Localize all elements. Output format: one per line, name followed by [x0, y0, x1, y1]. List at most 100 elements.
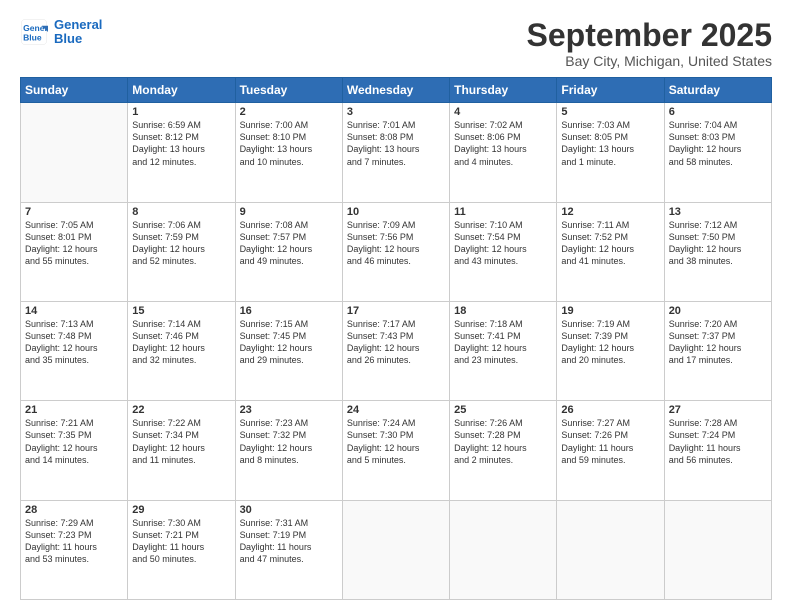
day-info: Sunrise: 7:01 AMSunset: 8:08 PMDaylight:…: [347, 119, 445, 168]
calendar-day-cell: 29Sunrise: 7:30 AMSunset: 7:21 PMDayligh…: [128, 500, 235, 599]
day-number: 19: [561, 305, 659, 317]
calendar-day-cell: 11Sunrise: 7:10 AMSunset: 7:54 PMDayligh…: [450, 202, 557, 301]
calendar-day-cell: 7Sunrise: 7:05 AMSunset: 8:01 PMDaylight…: [21, 202, 128, 301]
calendar-day-cell: 4Sunrise: 7:02 AMSunset: 8:06 PMDaylight…: [450, 103, 557, 202]
day-number: 5: [561, 106, 659, 118]
calendar-day-cell: [664, 500, 771, 599]
calendar-day-header: Tuesday: [235, 78, 342, 103]
page: General Blue General Blue September 2025…: [0, 0, 792, 612]
day-info: Sunrise: 7:18 AMSunset: 7:41 PMDaylight:…: [454, 318, 552, 367]
day-info: Sunrise: 7:24 AMSunset: 7:30 PMDaylight:…: [347, 417, 445, 466]
calendar-day-cell: 28Sunrise: 7:29 AMSunset: 7:23 PMDayligh…: [21, 500, 128, 599]
day-number: 21: [25, 404, 123, 416]
day-number: 11: [454, 206, 552, 218]
calendar-day-cell: 26Sunrise: 7:27 AMSunset: 7:26 PMDayligh…: [557, 401, 664, 500]
logo-icon: General Blue: [20, 18, 48, 46]
calendar-day-cell: 27Sunrise: 7:28 AMSunset: 7:24 PMDayligh…: [664, 401, 771, 500]
day-number: 12: [561, 206, 659, 218]
day-info: Sunrise: 7:19 AMSunset: 7:39 PMDaylight:…: [561, 318, 659, 367]
calendar-day-cell: [450, 500, 557, 599]
day-info: Sunrise: 7:04 AMSunset: 8:03 PMDaylight:…: [669, 119, 767, 168]
subtitle: Bay City, Michigan, United States: [527, 53, 772, 69]
calendar-day-cell: 22Sunrise: 7:22 AMSunset: 7:34 PMDayligh…: [128, 401, 235, 500]
day-info: Sunrise: 7:28 AMSunset: 7:24 PMDaylight:…: [669, 417, 767, 466]
calendar-day-cell: 8Sunrise: 7:06 AMSunset: 7:59 PMDaylight…: [128, 202, 235, 301]
calendar-day-cell: [21, 103, 128, 202]
day-info: Sunrise: 7:10 AMSunset: 7:54 PMDaylight:…: [454, 219, 552, 268]
day-number: 8: [132, 206, 230, 218]
logo-line1: General: [54, 18, 102, 32]
day-info: Sunrise: 7:11 AMSunset: 7:52 PMDaylight:…: [561, 219, 659, 268]
day-info: Sunrise: 6:59 AMSunset: 8:12 PMDaylight:…: [132, 119, 230, 168]
calendar-day-cell: 15Sunrise: 7:14 AMSunset: 7:46 PMDayligh…: [128, 301, 235, 400]
day-info: Sunrise: 7:23 AMSunset: 7:32 PMDaylight:…: [240, 417, 338, 466]
logo: General Blue General Blue: [20, 18, 102, 47]
day-number: 30: [240, 504, 338, 516]
logo-line2: Blue: [54, 32, 102, 46]
day-number: 27: [669, 404, 767, 416]
day-number: 14: [25, 305, 123, 317]
day-info: Sunrise: 7:22 AMSunset: 7:34 PMDaylight:…: [132, 417, 230, 466]
day-number: 29: [132, 504, 230, 516]
day-info: Sunrise: 7:30 AMSunset: 7:21 PMDaylight:…: [132, 517, 230, 566]
day-number: 16: [240, 305, 338, 317]
day-number: 20: [669, 305, 767, 317]
calendar-day-cell: 5Sunrise: 7:03 AMSunset: 8:05 PMDaylight…: [557, 103, 664, 202]
day-info: Sunrise: 7:06 AMSunset: 7:59 PMDaylight:…: [132, 219, 230, 268]
calendar-day-header: Friday: [557, 78, 664, 103]
day-number: 24: [347, 404, 445, 416]
calendar-week-row: 28Sunrise: 7:29 AMSunset: 7:23 PMDayligh…: [21, 500, 772, 599]
day-info: Sunrise: 7:29 AMSunset: 7:23 PMDaylight:…: [25, 517, 123, 566]
day-info: Sunrise: 7:27 AMSunset: 7:26 PMDaylight:…: [561, 417, 659, 466]
day-info: Sunrise: 7:26 AMSunset: 7:28 PMDaylight:…: [454, 417, 552, 466]
day-info: Sunrise: 7:17 AMSunset: 7:43 PMDaylight:…: [347, 318, 445, 367]
calendar-week-row: 21Sunrise: 7:21 AMSunset: 7:35 PMDayligh…: [21, 401, 772, 500]
calendar-day-cell: 23Sunrise: 7:23 AMSunset: 7:32 PMDayligh…: [235, 401, 342, 500]
day-number: 13: [669, 206, 767, 218]
day-info: Sunrise: 7:14 AMSunset: 7:46 PMDaylight:…: [132, 318, 230, 367]
calendar-day-cell: 30Sunrise: 7:31 AMSunset: 7:19 PMDayligh…: [235, 500, 342, 599]
day-number: 6: [669, 106, 767, 118]
calendar-day-header: Saturday: [664, 78, 771, 103]
calendar-day-header: Wednesday: [342, 78, 449, 103]
calendar-day-cell: 10Sunrise: 7:09 AMSunset: 7:56 PMDayligh…: [342, 202, 449, 301]
calendar-day-cell: 24Sunrise: 7:24 AMSunset: 7:30 PMDayligh…: [342, 401, 449, 500]
calendar-day-cell: 13Sunrise: 7:12 AMSunset: 7:50 PMDayligh…: [664, 202, 771, 301]
day-number: 15: [132, 305, 230, 317]
calendar-day-cell: 25Sunrise: 7:26 AMSunset: 7:28 PMDayligh…: [450, 401, 557, 500]
day-number: 26: [561, 404, 659, 416]
calendar-day-header: Monday: [128, 78, 235, 103]
calendar-day-cell: 12Sunrise: 7:11 AMSunset: 7:52 PMDayligh…: [557, 202, 664, 301]
title-block: September 2025 Bay City, Michigan, Unite…: [527, 18, 772, 69]
day-info: Sunrise: 7:08 AMSunset: 7:57 PMDaylight:…: [240, 219, 338, 268]
svg-text:Blue: Blue: [23, 33, 42, 43]
calendar-day-cell: 3Sunrise: 7:01 AMSunset: 8:08 PMDaylight…: [342, 103, 449, 202]
calendar-day-cell: [557, 500, 664, 599]
day-info: Sunrise: 7:15 AMSunset: 7:45 PMDaylight:…: [240, 318, 338, 367]
day-info: Sunrise: 7:00 AMSunset: 8:10 PMDaylight:…: [240, 119, 338, 168]
calendar-day-cell: 1Sunrise: 6:59 AMSunset: 8:12 PMDaylight…: [128, 103, 235, 202]
day-number: 22: [132, 404, 230, 416]
calendar-week-row: 1Sunrise: 6:59 AMSunset: 8:12 PMDaylight…: [21, 103, 772, 202]
day-info: Sunrise: 7:05 AMSunset: 8:01 PMDaylight:…: [25, 219, 123, 268]
calendar-day-cell: 17Sunrise: 7:17 AMSunset: 7:43 PMDayligh…: [342, 301, 449, 400]
day-number: 23: [240, 404, 338, 416]
header: General Blue General Blue September 2025…: [20, 18, 772, 69]
calendar-week-row: 14Sunrise: 7:13 AMSunset: 7:48 PMDayligh…: [21, 301, 772, 400]
day-number: 28: [25, 504, 123, 516]
day-info: Sunrise: 7:03 AMSunset: 8:05 PMDaylight:…: [561, 119, 659, 168]
day-info: Sunrise: 7:12 AMSunset: 7:50 PMDaylight:…: [669, 219, 767, 268]
day-number: 7: [25, 206, 123, 218]
calendar-day-cell: 20Sunrise: 7:20 AMSunset: 7:37 PMDayligh…: [664, 301, 771, 400]
day-number: 10: [347, 206, 445, 218]
day-number: 9: [240, 206, 338, 218]
calendar-day-cell: 9Sunrise: 7:08 AMSunset: 7:57 PMDaylight…: [235, 202, 342, 301]
calendar-day-cell: 14Sunrise: 7:13 AMSunset: 7:48 PMDayligh…: [21, 301, 128, 400]
day-info: Sunrise: 7:09 AMSunset: 7:56 PMDaylight:…: [347, 219, 445, 268]
calendar-day-cell: 6Sunrise: 7:04 AMSunset: 8:03 PMDaylight…: [664, 103, 771, 202]
calendar-day-header: Thursday: [450, 78, 557, 103]
day-number: 25: [454, 404, 552, 416]
day-info: Sunrise: 7:20 AMSunset: 7:37 PMDaylight:…: [669, 318, 767, 367]
day-info: Sunrise: 7:02 AMSunset: 8:06 PMDaylight:…: [454, 119, 552, 168]
calendar-day-cell: 21Sunrise: 7:21 AMSunset: 7:35 PMDayligh…: [21, 401, 128, 500]
